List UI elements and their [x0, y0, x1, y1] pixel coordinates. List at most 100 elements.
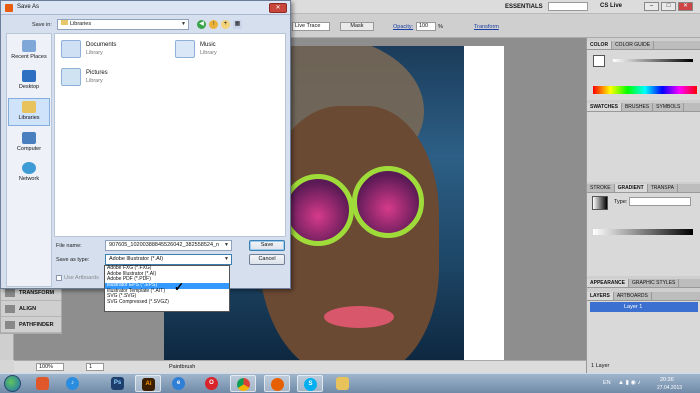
cancel-button[interactable]: Cancel [249, 254, 285, 265]
firefox-icon [271, 378, 284, 391]
taskbar-chrome[interactable] [230, 375, 256, 392]
clock-date[interactable]: 27.04.2013 [657, 385, 682, 391]
opacity-input[interactable]: 100 [416, 22, 436, 31]
pictures-library-icon [61, 68, 81, 86]
layer-row[interactable]: Layer 1 [590, 302, 698, 312]
place-libraries[interactable]: Libraries [8, 98, 50, 126]
taskbar-firefox[interactable] [264, 375, 290, 392]
library-music[interactable]: Music Library [175, 38, 265, 64]
status-bar: 100% 1 Paintbrush [14, 360, 586, 373]
cs-live-button[interactable]: CS Live [600, 3, 622, 9]
filename-input[interactable]: 907605_10200388845526042_382558524_n ▼ [105, 240, 232, 251]
taskbar-opera[interactable]: O [199, 375, 225, 392]
file-list[interactable]: Documents Library Music Library Pictures… [54, 33, 286, 237]
gradient-type-label: Type: [614, 199, 628, 205]
taskbar-ie[interactable]: e [166, 375, 192, 392]
maximize-button[interactable]: □ [661, 2, 676, 11]
tab-appearance[interactable]: APPEARANCE [587, 279, 630, 287]
internet-explorer-icon: e [172, 377, 185, 390]
layers-panel: Layer 1 1 Layer [587, 301, 700, 373]
window-controls: – □ ✕ [644, 2, 693, 11]
language-indicator[interactable]: EN [603, 380, 611, 386]
tab-transparency[interactable]: TRANSPA [648, 184, 678, 192]
chevron-down-icon: ▼ [224, 256, 229, 262]
artboard-number[interactable]: 1 [86, 363, 104, 371]
tab-gradient[interactable]: GRADIENT [614, 184, 648, 192]
pathfinder-panel-button[interactable]: PATHFINDER [1, 317, 61, 333]
save-as-dialog: Save As ✕ Save in: Libraries ▼ ◀ ↑ + ▦ Re… [0, 0, 291, 289]
taskbar-skype[interactable]: S [297, 375, 323, 392]
gradient-slider[interactable] [593, 229, 693, 235]
transform-icon [5, 289, 15, 297]
tab-swatches[interactable]: SWATCHES [587, 103, 622, 111]
minimize-button[interactable]: – [644, 2, 659, 11]
tab-artboards[interactable]: ARTBOARDS [614, 292, 652, 300]
place-computer[interactable]: Computer [8, 130, 50, 158]
photo-lens-left [282, 174, 354, 246]
use-artboards-checkbox[interactable] [56, 275, 62, 281]
transform-link[interactable]: Transform [474, 24, 499, 30]
fill-swatch[interactable] [593, 55, 605, 67]
taskbar-illustrator[interactable]: Ai [135, 375, 161, 392]
up-folder-icon[interactable]: ↑ [209, 20, 218, 29]
opera-icon: O [205, 377, 218, 390]
status-text[interactable]: Paintbrush [169, 364, 195, 370]
gradient-type-select[interactable] [629, 197, 691, 206]
tab-stroke[interactable]: STROKE [587, 184, 615, 192]
place-desktop[interactable]: Desktop [8, 68, 50, 96]
pathfinder-icon [5, 321, 15, 329]
app-icon [36, 377, 49, 390]
chevron-down-icon: ▼ [224, 242, 229, 248]
opacity-label: Opacity: [393, 24, 414, 30]
place-network[interactable]: Network [8, 160, 50, 188]
view-menu-icon[interactable]: ▦ [233, 20, 242, 29]
color-panel-tabs: COLOR COLOR GUIDE [587, 41, 700, 50]
option-svgz[interactable]: SVG Compressed (*.SVGZ) [105, 299, 229, 306]
tab-layers[interactable]: LAYERS [587, 292, 614, 300]
recent-places-icon [22, 40, 36, 52]
start-button[interactable] [4, 375, 21, 392]
close-button[interactable]: ✕ [678, 2, 693, 11]
taskbar-explorer[interactable] [330, 375, 356, 392]
illustrator-icon: Ai [142, 378, 155, 391]
photo-lens-right [352, 166, 424, 238]
trace-preset-select[interactable]: Live Trace [292, 22, 330, 31]
tint-slider[interactable] [613, 59, 693, 62]
new-folder-icon[interactable]: + [221, 20, 230, 29]
tab-graphic-styles[interactable]: GRAPHIC STYLES [629, 279, 680, 287]
library-documents[interactable]: Documents Library [61, 38, 151, 64]
taskbar-app-1[interactable] [30, 375, 56, 392]
save-button[interactable]: Save [249, 240, 285, 251]
workspace-switcher[interactable]: ESSENTIALS [505, 4, 543, 10]
dialog-title-bar[interactable]: Save As ✕ [1, 1, 290, 15]
mask-button[interactable]: Mask [340, 22, 374, 31]
tray-icons[interactable]: ▲ ▮ ◉ ♪ [618, 379, 640, 386]
places-bar: Recent Places Desktop Libraries Computer… [6, 33, 52, 287]
tab-color-guide[interactable]: COLOR GUIDE [612, 41, 655, 49]
gradient-panel: Type: [587, 193, 700, 276]
help-search-input[interactable] [548, 2, 588, 11]
filename-label: File name: [56, 243, 82, 249]
tab-brushes[interactable]: BRUSHES [622, 103, 654, 111]
documents-library-icon [61, 40, 81, 58]
desktop-icon [22, 70, 36, 82]
gradient-preview[interactable] [592, 196, 608, 210]
clock-time[interactable]: 20:36 [660, 377, 674, 383]
tab-color[interactable]: COLOR [587, 41, 613, 49]
align-panel-button[interactable]: ALIGN [1, 301, 61, 317]
place-recent-places[interactable]: Recent Places [8, 38, 50, 66]
save-in-combo[interactable]: Libraries ▼ [57, 19, 189, 30]
color-spectrum[interactable] [593, 86, 697, 94]
zoom-select[interactable]: 100% [36, 363, 64, 371]
dialog-close-button[interactable]: ✕ [269, 3, 287, 13]
explorer-icon [336, 377, 349, 390]
taskbar-itunes[interactable]: ♪ [60, 375, 86, 392]
savetype-select[interactable]: Adobe Illustrator (*.AI) ▼ [105, 254, 232, 265]
taskbar-photoshop[interactable]: Ps [105, 375, 131, 392]
dialog-title: Save As [17, 4, 40, 10]
back-icon[interactable]: ◀ [197, 20, 206, 29]
tab-symbols[interactable]: SYMBOLS [653, 103, 685, 111]
skype-icon: S [304, 378, 317, 391]
folder-icon [61, 20, 68, 25]
library-pictures[interactable]: Pictures Library [61, 66, 151, 92]
